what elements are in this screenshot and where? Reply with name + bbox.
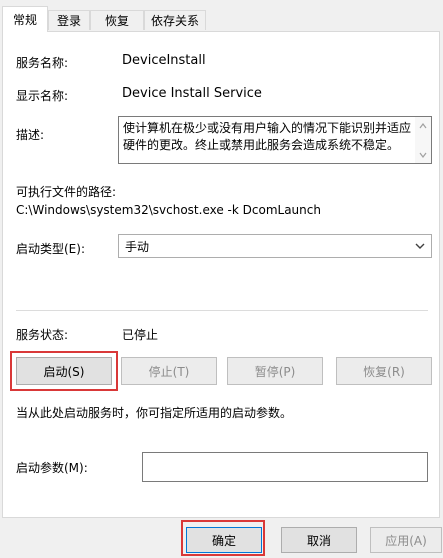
start-button-highlight (10, 351, 118, 391)
service-status-label: 服务状态: (16, 328, 69, 342)
general-tab-panel (2, 31, 440, 518)
dropdown-arrow-icon (415, 243, 425, 249)
display-name-label: 显示名称: (16, 89, 69, 103)
tab-dependencies[interactable]: 依存关系 (144, 10, 206, 30)
startup-type-select[interactable]: 手动 (118, 234, 432, 258)
apply-button[interactable]: 应用(A) (370, 527, 442, 553)
service-name-label: 服务名称: (16, 56, 69, 70)
stop-button[interactable]: 停止(T) (121, 357, 217, 385)
description-text: 使计算机在极少或没有用户输入的情况下能识别并适应硬件的更改。终止或禁用此服务会造… (123, 121, 412, 152)
resume-button[interactable]: 恢复(R) (336, 357, 432, 385)
exe-path-value: C:\Windows\system32\svchost.exe -k DcomL… (16, 203, 321, 217)
tab-general[interactable]: 常规 (2, 6, 48, 32)
start-params-label: 启动参数(M): (16, 461, 88, 475)
start-params-input[interactable] (142, 452, 428, 482)
description-scrollbar[interactable] (415, 117, 431, 163)
exe-path-label: 可执行文件的路径: (16, 185, 117, 199)
startup-type-value: 手动 (125, 239, 150, 254)
ok-button-highlight (181, 520, 265, 556)
cancel-button[interactable]: 取消 (281, 527, 357, 553)
section-divider (16, 310, 428, 311)
service-status-value: 已停止 (122, 328, 159, 342)
description-textbox[interactable]: 使计算机在极少或没有用户输入的情况下能识别并适应硬件的更改。终止或禁用此服务会造… (118, 116, 432, 164)
startup-type-label: 启动类型(E): (16, 242, 85, 256)
chevron-down-icon[interactable] (419, 151, 427, 159)
pause-button[interactable]: 暂停(P) (227, 357, 323, 385)
display-name-value: Device Install Service (122, 86, 262, 101)
description-label: 描述: (16, 128, 45, 142)
chevron-up-icon[interactable] (419, 122, 427, 130)
tab-logon[interactable]: 登录 (48, 10, 90, 30)
start-params-hint: 当从此处启动服务时，你可指定所适用的启动参数。 (16, 406, 293, 420)
service-name-value: DeviceInstall (122, 53, 206, 68)
tab-recovery[interactable]: 恢复 (90, 10, 144, 30)
